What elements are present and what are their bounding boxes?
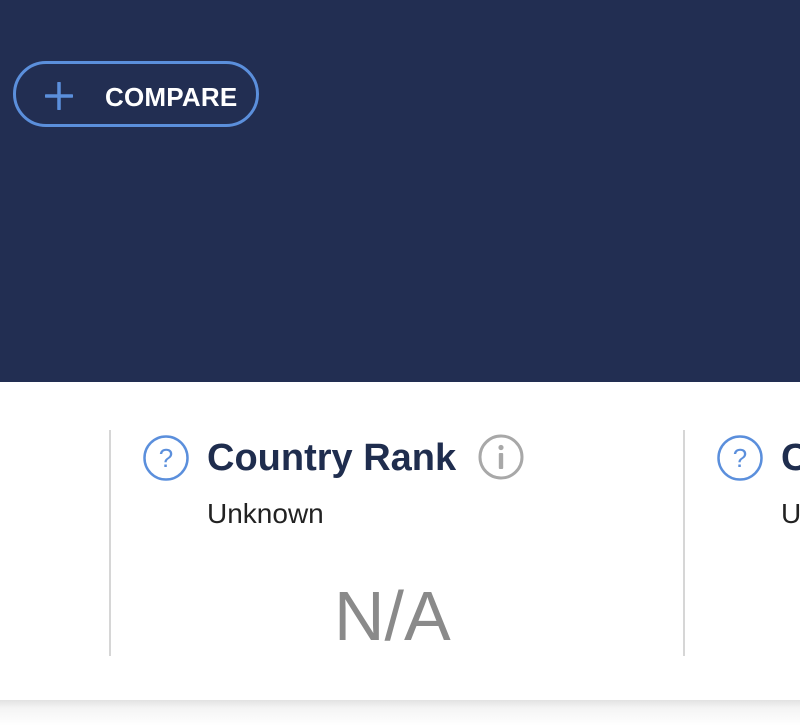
card-title-partial: C (781, 437, 800, 479)
plus-icon (45, 82, 73, 110)
card-title-country-rank: Country Rank (207, 437, 457, 479)
card-subtitle-partial: U (781, 498, 800, 529)
svg-text:?: ? (733, 443, 747, 473)
question-circle-icon[interactable]: ? (143, 435, 189, 481)
question-circle-icon[interactable]: ? (717, 435, 763, 481)
svg-text:?: ? (159, 443, 173, 473)
card-subtitle: Unknown (207, 498, 324, 529)
card-value: N/A (334, 577, 451, 655)
info-circle-icon[interactable] (478, 434, 524, 480)
card-divider (109, 430, 111, 656)
compare-button-label: COMPARE (105, 82, 238, 112)
compare-button[interactable]: COMPARE (13, 61, 259, 127)
header-banner: COMPARE (0, 0, 800, 382)
card-divider (683, 430, 685, 656)
panel-shadow (0, 700, 800, 726)
